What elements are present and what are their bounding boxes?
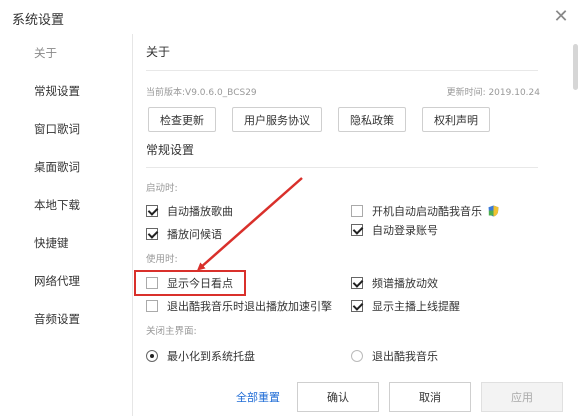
general-section-title: 常规设置: [146, 143, 195, 157]
highlight-box: [134, 270, 246, 296]
copyright-button[interactable]: 权利声明: [422, 107, 490, 132]
check-update-button[interactable]: 检查更新: [148, 107, 216, 132]
auto-login-label: 自动登录账号: [372, 224, 438, 237]
divider: [146, 70, 538, 71]
live-remind-checkbox[interactable]: 显示主播上线提醒: [351, 298, 460, 314]
sidebar-item-desktop-lyrics[interactable]: 桌面歌词: [0, 148, 132, 186]
sidebar: 关于 常规设置 窗口歌词 桌面歌词 本地下载 快捷键 网络代理 音频设置: [0, 34, 133, 416]
checkbox-box[interactable]: [351, 224, 363, 236]
version-text: 当前版本:V9.0.6.0_BCS29: [146, 88, 257, 98]
spectrum-label: 频谱播放动效: [372, 277, 438, 290]
user-agreement-button[interactable]: 用户服务协议: [232, 107, 322, 132]
minimize-tray-label: 最小化到系统托盘: [167, 350, 255, 363]
checkbox-box[interactable]: [351, 277, 363, 289]
sidebar-item-general[interactable]: 常规设置: [0, 72, 132, 110]
greeting-checkbox[interactable]: 播放问候语: [146, 226, 222, 242]
checkbox-box[interactable]: [146, 300, 158, 312]
sidebar-item-window-lyrics[interactable]: 窗口歌词: [0, 110, 132, 148]
sidebar-item-audio[interactable]: 音频设置: [0, 300, 132, 338]
auto-start-label: 开机自动启动酷我音乐: [372, 205, 482, 218]
cancel-button[interactable]: 取消: [389, 382, 471, 412]
footer-bar: 全部重置 确认 取消 应用: [133, 380, 582, 416]
startup-label: 启动时:: [146, 183, 178, 194]
auto-login-checkbox[interactable]: 自动登录账号: [351, 222, 438, 238]
settings-window: 系统设置 ✕ 关于 常规设置 窗口歌词 桌面歌词 本地下载 快捷键 网络代理 音…: [0, 0, 582, 416]
scrollbar-thumb[interactable]: [573, 44, 578, 90]
divider: [146, 167, 538, 168]
about-section-title: 关于: [146, 45, 171, 59]
auto-start-checkbox[interactable]: 开机自动启动酷我音乐: [351, 203, 499, 219]
sidebar-item-proxy[interactable]: 网络代理: [0, 262, 132, 300]
reset-all-link[interactable]: 全部重置: [236, 389, 280, 405]
checkbox-box[interactable]: [351, 205, 363, 217]
sidebar-item-about[interactable]: 关于: [0, 34, 132, 72]
close-main-label: 关闭主界面:: [146, 326, 197, 337]
radio-circle[interactable]: [146, 350, 158, 362]
exit-accel-label: 退出酷我音乐时退出播放加速引擎: [167, 300, 332, 313]
greeting-label: 播放问候语: [167, 228, 222, 241]
usage-label: 使用时:: [146, 254, 178, 265]
sidebar-item-local-download[interactable]: 本地下载: [0, 186, 132, 224]
checkbox-box[interactable]: [351, 300, 363, 312]
privacy-button[interactable]: 隐私政策: [338, 107, 406, 132]
title-bar: 系统设置 ✕: [0, 0, 582, 34]
close-icon[interactable]: ✕: [550, 6, 572, 28]
radio-circle[interactable]: [351, 350, 363, 362]
exit-accel-checkbox[interactable]: 退出酷我音乐时退出播放加速引擎: [146, 298, 332, 314]
minimize-tray-radio[interactable]: 最小化到系统托盘: [146, 348, 255, 364]
live-remind-label: 显示主播上线提醒: [372, 300, 460, 313]
confirm-button[interactable]: 确认: [297, 382, 379, 412]
exit-app-radio[interactable]: 退出酷我音乐: [351, 348, 438, 364]
auto-play-checkbox[interactable]: 自动播放歌曲: [146, 203, 233, 219]
apply-button[interactable]: 应用: [481, 382, 563, 412]
exit-app-label: 退出酷我音乐: [372, 350, 438, 363]
spectrum-checkbox[interactable]: 频谱播放动效: [351, 275, 438, 291]
window-title: 系统设置: [12, 13, 65, 28]
sidebar-item-shortcuts[interactable]: 快捷键: [0, 224, 132, 262]
checkbox-box[interactable]: [146, 228, 158, 240]
auto-play-label: 自动播放歌曲: [167, 205, 233, 218]
shield-icon: [488, 205, 499, 217]
settings-content: 关于 当前版本:V9.0.6.0_BCS29 更新时间: 2019.10.24 …: [146, 34, 544, 416]
update-time-text: 更新时间: 2019.10.24: [446, 88, 540, 98]
checkbox-box[interactable]: [146, 205, 158, 217]
